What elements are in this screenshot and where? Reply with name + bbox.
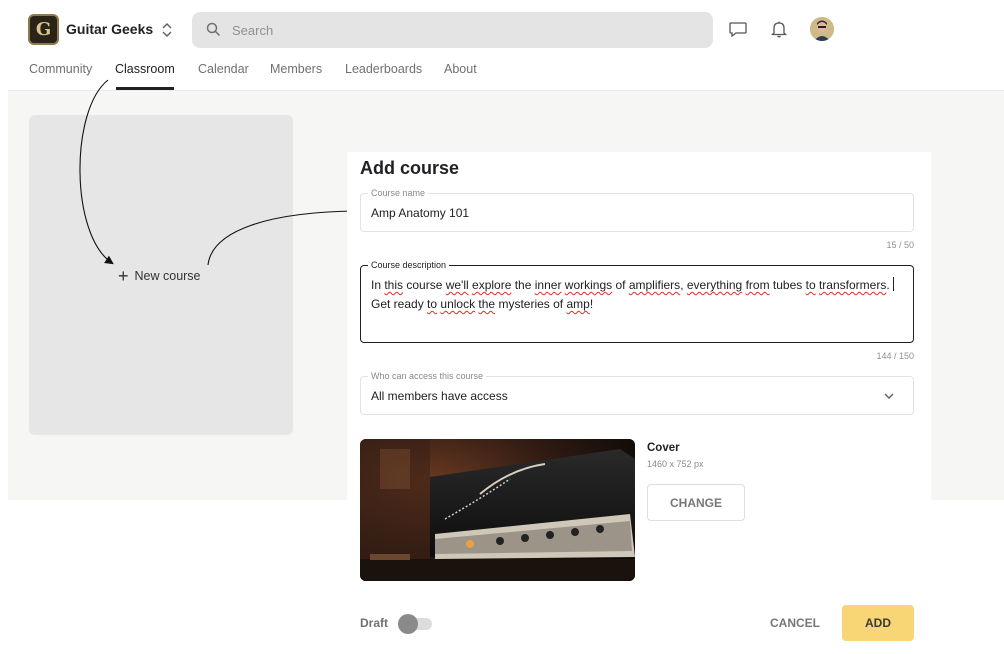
group-logo[interactable]: G (28, 14, 59, 45)
toggle-knob (398, 614, 418, 634)
tab-members[interactable]: Members (270, 62, 322, 76)
change-cover-button[interactable]: CHANGE (647, 484, 745, 521)
group-switcher-icon[interactable] (160, 20, 174, 40)
draft-toggle[interactable] (398, 614, 434, 634)
course-name-counter: 15 / 50 (886, 240, 914, 250)
avatar-image (810, 17, 834, 41)
chevron-up-down-icon (162, 23, 172, 37)
course-description-counter: 144 / 150 (876, 351, 914, 361)
tab-calendar[interactable]: Calendar (198, 62, 249, 76)
course-name-field[interactable]: Course name Amp Anatomy 101 (360, 188, 914, 232)
new-course-button[interactable]: + New course (118, 266, 201, 287)
access-label: Who can access this course (368, 371, 487, 381)
search-bar[interactable] (192, 12, 713, 48)
course-name-label: Course name (368, 188, 429, 198)
tab-leaderboards[interactable]: Leaderboards (345, 62, 422, 76)
add-button[interactable]: ADD (842, 605, 914, 641)
chat-icon[interactable] (728, 19, 748, 39)
access-select[interactable]: Who can access this course All members h… (360, 371, 914, 415)
course-name-value[interactable]: Amp Anatomy 101 (371, 206, 469, 220)
bell-icon[interactable] (769, 19, 789, 39)
search-input[interactable] (232, 12, 692, 48)
user-avatar[interactable] (810, 17, 834, 41)
group-name[interactable]: Guitar Geeks (66, 21, 153, 37)
tab-about[interactable]: About (444, 62, 477, 76)
search-icon (206, 22, 221, 37)
chevron-down-icon (884, 393, 894, 399)
new-course-label: New course (134, 269, 201, 283)
top-header: G Guitar Geeks Community Classroom (0, 0, 1004, 90)
course-description-field[interactable]: Course description In this course we'll … (360, 260, 914, 343)
add-course-dialog: Add course Course name Amp Anatomy 101 1… (347, 152, 931, 654)
access-value: All members have access (371, 389, 508, 403)
tab-classroom[interactable]: Classroom (115, 62, 175, 76)
cover-title: Cover (647, 442, 680, 454)
cancel-button[interactable]: CANCEL (759, 605, 831, 641)
course-description-label: Course description (368, 260, 450, 270)
cover-image (360, 439, 635, 581)
course-description-value[interactable]: In this course we'll explore the inner w… (371, 276, 906, 314)
cover-size: 1460 x 752 px (647, 459, 704, 469)
tab-community[interactable]: Community (29, 62, 92, 76)
text-caret (892, 277, 894, 291)
dialog-title: Add course (360, 158, 460, 178)
plus-icon: + (118, 266, 129, 286)
draft-label: Draft (360, 616, 389, 630)
amplifier-photo (360, 439, 635, 581)
